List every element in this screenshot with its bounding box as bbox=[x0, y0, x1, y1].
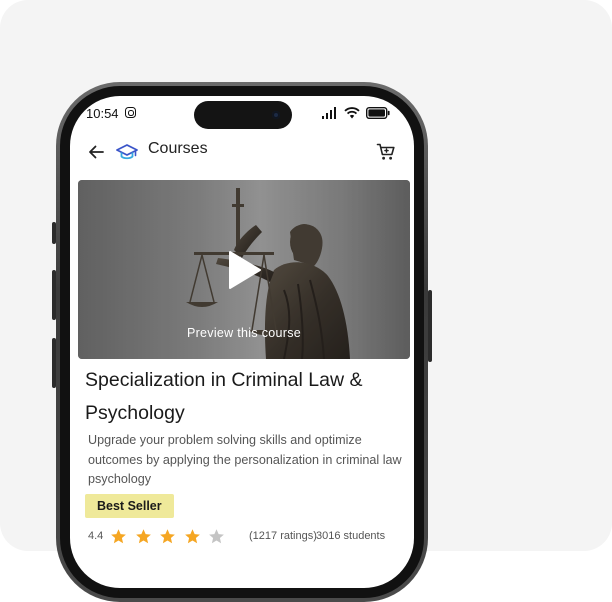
battery-icon bbox=[366, 107, 390, 119]
play-icon[interactable] bbox=[226, 250, 262, 290]
cart-icon[interactable] bbox=[376, 142, 396, 162]
back-arrow-icon[interactable] bbox=[86, 142, 106, 162]
rating-row: 4.4 (1217 ratings) 3016 students bbox=[88, 526, 408, 548]
wifi-icon bbox=[344, 107, 360, 119]
dynamic-island bbox=[194, 101, 292, 129]
star-icon bbox=[160, 529, 175, 544]
status-icons bbox=[322, 107, 398, 119]
status-time: 10:54 bbox=[86, 106, 119, 121]
page-title: Courses bbox=[148, 140, 208, 157]
course-description: Upgrade your problem solving skills and … bbox=[88, 433, 402, 486]
rating-value: 4.4 bbox=[88, 530, 104, 542]
best-seller-badge: Best Seller bbox=[85, 494, 174, 518]
phone-screen: 10:54 Courses Preview this course Specia… bbox=[70, 96, 414, 588]
course-preview-video[interactable]: Preview this course bbox=[78, 180, 410, 359]
ratings-count: (1217 ratings) bbox=[249, 530, 317, 542]
phone-power-button bbox=[428, 290, 432, 362]
phone-frame: 10:54 Courses Preview this course Specia… bbox=[56, 82, 428, 602]
signal-icon bbox=[322, 107, 336, 119]
students-count: 3016 students bbox=[316, 530, 386, 542]
graduation-cap-icon bbox=[116, 144, 138, 160]
star-icon bbox=[184, 529, 200, 544]
course-title: Specialization in Criminal Law & Psychol… bbox=[85, 369, 363, 424]
star-icon bbox=[111, 529, 126, 544]
app-header: Courses bbox=[70, 132, 414, 170]
front-camera bbox=[272, 111, 280, 119]
star-icon bbox=[209, 529, 224, 544]
phone-bezel: 10:54 Courses Preview this course Specia… bbox=[60, 86, 424, 598]
instagram-icon bbox=[125, 107, 136, 118]
star-icon bbox=[135, 529, 151, 544]
preview-course-label[interactable]: Preview this course bbox=[78, 326, 410, 340]
